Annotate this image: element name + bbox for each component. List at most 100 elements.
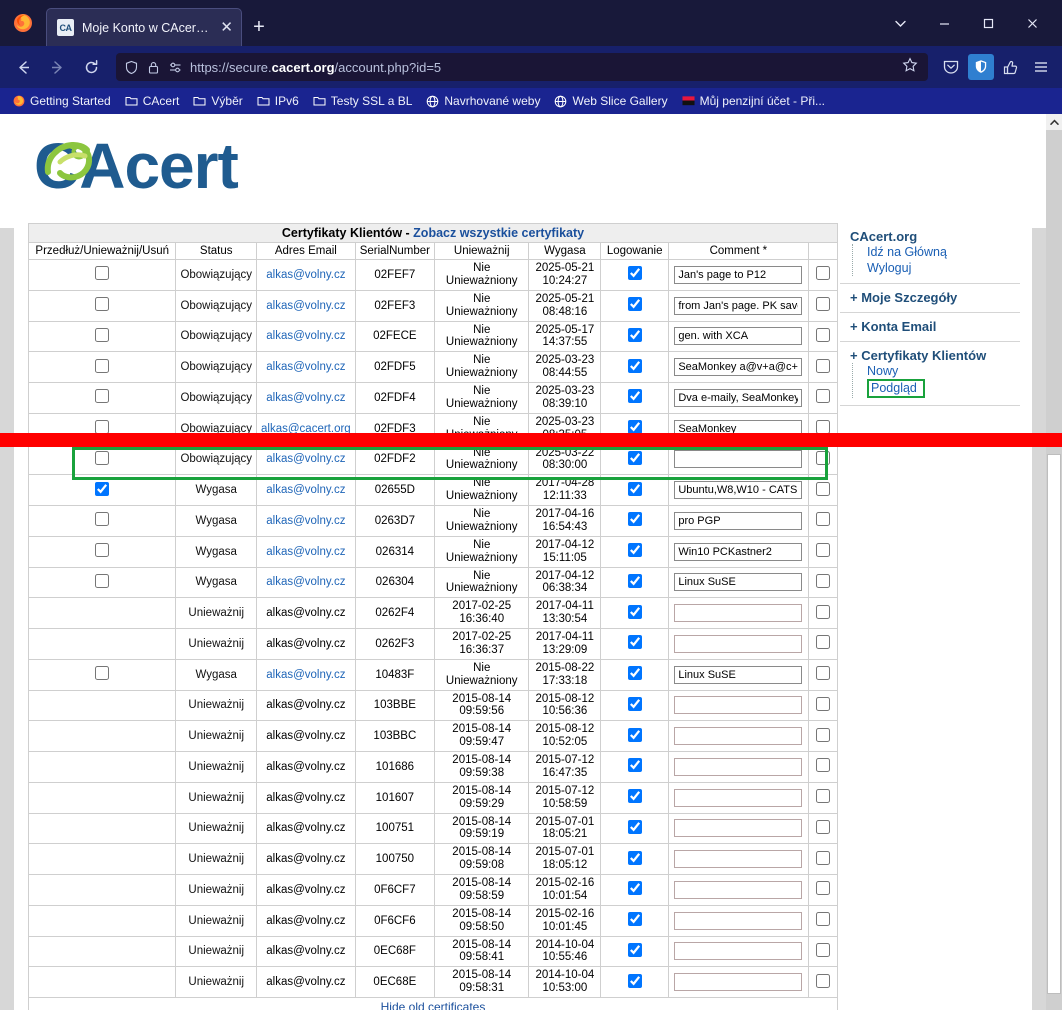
hide-old-certificates-link[interactable]: Hide old certificates <box>381 1000 486 1010</box>
email-link[interactable]: alkas@volny.cz <box>266 515 345 527</box>
cell-email[interactable]: alkas@volny.cz <box>257 659 356 690</box>
comment-input[interactable] <box>674 481 802 499</box>
login-checkbox[interactable] <box>628 266 642 280</box>
change-setting-checkbox[interactable] <box>816 666 830 680</box>
row-select-checkbox[interactable] <box>95 543 109 557</box>
change-setting-checkbox[interactable] <box>816 543 830 557</box>
row-select-checkbox[interactable] <box>95 297 109 311</box>
site-permissions-icon[interactable] <box>168 60 183 75</box>
bookmark-item-testy-ssl[interactable]: Testy SSL a BL <box>307 92 419 110</box>
tracking-shield-icon[interactable] <box>124 60 139 75</box>
login-checkbox[interactable] <box>628 912 642 926</box>
url-text[interactable]: https://secure.cacert.org/account.php?id… <box>190 60 895 75</box>
cell-email[interactable]: alkas@volny.cz <box>257 352 356 383</box>
comment-input[interactable] <box>674 543 802 561</box>
cell-email[interactable]: alkas@volny.cz <box>257 260 356 291</box>
lock-icon[interactable] <box>146 60 161 75</box>
login-checkbox[interactable] <box>628 512 642 526</box>
comment-input[interactable] <box>674 573 802 591</box>
change-setting-checkbox[interactable] <box>816 328 830 342</box>
login-checkbox[interactable] <box>628 635 642 649</box>
bookmark-item-ipv6[interactable]: IPv6 <box>251 92 305 110</box>
cell-email[interactable]: alkas@volny.cz <box>257 536 356 567</box>
comment-input[interactable] <box>674 850 802 868</box>
change-setting-checkbox[interactable] <box>816 389 830 403</box>
bookmark-item-muj-penzijni-ucet[interactable]: Můj penzijní účet - Při... <box>676 92 831 110</box>
address-bar[interactable]: https://secure.cacert.org/account.php?id… <box>116 53 928 81</box>
comment-input[interactable] <box>674 450 802 468</box>
login-checkbox[interactable] <box>628 697 642 711</box>
change-setting-checkbox[interactable] <box>816 912 830 926</box>
comment-input[interactable] <box>674 389 802 407</box>
change-setting-checkbox[interactable] <box>816 359 830 373</box>
comment-input[interactable] <box>674 973 802 991</box>
sidebar-block-title[interactable]: + Konta Email <box>850 319 1020 334</box>
comment-input[interactable] <box>674 604 802 622</box>
row-select-checkbox[interactable] <box>95 266 109 280</box>
login-checkbox[interactable] <box>628 605 642 619</box>
row-select-checkbox[interactable] <box>95 389 109 403</box>
email-link[interactable]: alkas@volny.cz <box>266 330 345 342</box>
login-checkbox[interactable] <box>628 789 642 803</box>
email-link[interactable]: alkas@volny.cz <box>266 576 345 588</box>
row-select-checkbox[interactable] <box>95 482 109 496</box>
sidebar-block-title[interactable]: CAcert.org <box>850 229 1020 244</box>
login-checkbox[interactable] <box>628 482 642 496</box>
change-setting-checkbox[interactable] <box>816 789 830 803</box>
row-select-checkbox[interactable] <box>95 328 109 342</box>
row-select-checkbox[interactable] <box>95 574 109 588</box>
browser-tab[interactable]: CA Moje Konto w CAcert.org ✕ <box>46 8 242 46</box>
thumbs-up-icon[interactable] <box>998 54 1024 80</box>
email-link[interactable]: alkas@volny.cz <box>266 453 345 465</box>
email-link[interactable]: alkas@volny.cz <box>266 669 345 681</box>
cell-email[interactable]: alkas@volny.cz <box>257 383 356 414</box>
cell-email[interactable]: alkas@volny.cz <box>257 290 356 321</box>
comment-input[interactable] <box>674 758 802 776</box>
comment-input[interactable] <box>674 266 802 284</box>
view-all-certificates-link[interactable]: Zobacz wszystkie certyfikaty <box>413 226 584 240</box>
change-setting-checkbox[interactable] <box>816 881 830 895</box>
bookmark-item-navrhovane-weby[interactable]: Navrhované weby <box>420 92 546 110</box>
sidebar-link-nowy[interactable]: Nowy <box>867 363 1020 379</box>
change-setting-checkbox[interactable] <box>816 266 830 280</box>
scrollbar-thumb[interactable] <box>1047 454 1061 994</box>
login-checkbox[interactable] <box>628 820 642 834</box>
change-setting-checkbox[interactable] <box>816 482 830 496</box>
vertical-scrollbar[interactable] <box>1046 114 1062 1010</box>
change-setting-checkbox[interactable] <box>816 974 830 988</box>
login-checkbox[interactable] <box>628 543 642 557</box>
row-select-checkbox[interactable] <box>95 512 109 526</box>
comment-input[interactable] <box>674 358 802 376</box>
bookmark-item-getting-started[interactable]: Getting Started <box>6 92 117 110</box>
email-link[interactable]: alkas@volny.cz <box>266 361 345 373</box>
bookmark-star-icon[interactable] <box>902 57 920 77</box>
login-checkbox[interactable] <box>628 359 642 373</box>
cell-email[interactable]: alkas@volny.cz <box>257 321 356 352</box>
pocket-icon[interactable] <box>938 54 964 80</box>
sidebar-link-wyloguj[interactable]: Wyloguj <box>867 260 1020 276</box>
change-setting-checkbox[interactable] <box>816 512 830 526</box>
email-link[interactable]: alkas@volny.cz <box>266 546 345 558</box>
login-checkbox[interactable] <box>628 728 642 742</box>
new-tab-button[interactable]: + <box>242 8 276 46</box>
comment-input[interactable] <box>674 727 802 745</box>
row-select-checkbox[interactable] <box>95 359 109 373</box>
change-setting-checkbox[interactable] <box>816 574 830 588</box>
row-select-checkbox[interactable] <box>95 666 109 680</box>
window-close-icon[interactable] <box>1010 8 1054 38</box>
email-link[interactable]: alkas@volny.cz <box>266 300 345 312</box>
cell-email[interactable]: alkas@volny.cz <box>257 506 356 537</box>
change-setting-checkbox[interactable] <box>816 635 830 649</box>
forward-arrow-icon[interactable] <box>42 52 72 82</box>
cell-email[interactable]: alkas@volny.cz <box>257 567 356 598</box>
login-checkbox[interactable] <box>628 943 642 957</box>
login-checkbox[interactable] <box>628 758 642 772</box>
comment-input[interactable] <box>674 942 802 960</box>
bookmark-item-vyber[interactable]: Výběr <box>187 92 248 110</box>
comment-input[interactable] <box>674 696 802 714</box>
back-arrow-icon[interactable] <box>8 52 38 82</box>
comment-input[interactable] <box>674 881 802 899</box>
shield-blue-icon[interactable] <box>968 54 994 80</box>
email-link[interactable]: alkas@volny.cz <box>266 484 345 496</box>
list-all-tabs-chevron-down-icon[interactable] <box>878 8 922 38</box>
